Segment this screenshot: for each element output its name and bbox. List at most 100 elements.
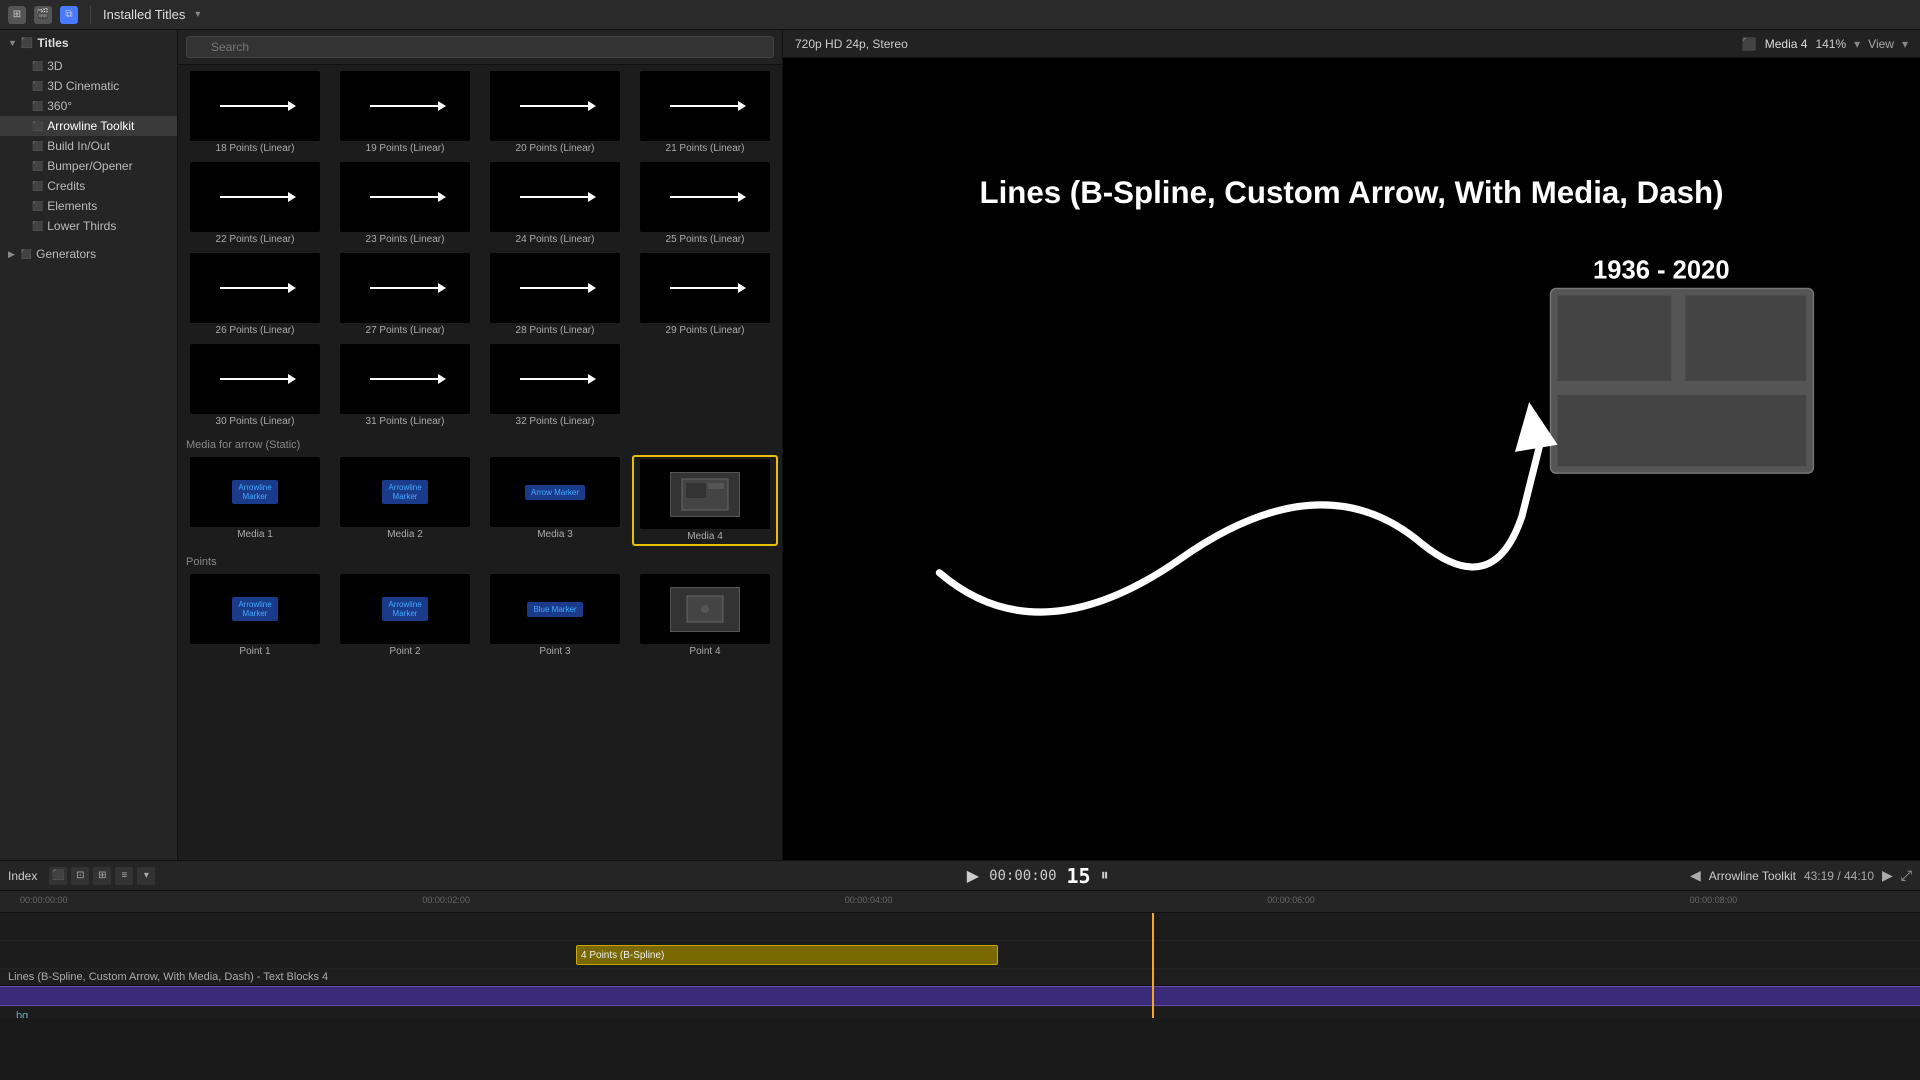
tool-layers-icon[interactable]: ≡ <box>115 867 133 885</box>
thumb-label-21pts: 21 Points (Linear) <box>634 143 776 154</box>
thumb-item-point3[interactable]: Blue Marker Point 3 <box>482 572 628 659</box>
yellow-clip-label: 4 Points (B-Spline) <box>581 950 664 961</box>
dropdown-view-icon[interactable]: ▾ <box>1902 37 1908 51</box>
thumb-box-media1: ArrowlineMarker <box>190 457 320 527</box>
ruler-time-4: 00:00:04:00 <box>845 895 893 905</box>
preview-media-title: Media 4 <box>1765 37 1808 51</box>
thumb-item-19pts[interactable]: 19 Points (Linear) <box>332 69 478 156</box>
thumb-label-media3: Media 3 <box>484 529 626 540</box>
sidebar-item-3d[interactable]: ⬛ 3D <box>0 56 177 76</box>
thumb-label-23pts: 23 Points (Linear) <box>334 234 476 245</box>
thumb-label-media2: Media 2 <box>334 529 476 540</box>
sidebar-item-credits[interactable]: ⬛ Credits <box>0 176 177 196</box>
tool-monitor-icon[interactable]: ⬛ <box>49 867 67 885</box>
sidebar-item-arrowline-label: Arrowline Toolkit <box>47 119 169 133</box>
media-grid: ArrowlineMarker Media 1 ArrowlineMarker … <box>182 455 778 546</box>
thumb-item-21pts[interactable]: 21 Points (Linear) <box>632 69 778 156</box>
preview-resolution: 720p HD 24p, Stereo <box>795 37 908 51</box>
thumb-box-media3: Arrow Marker <box>490 457 620 527</box>
thumb-item-29pts[interactable]: 29 Points (Linear) <box>632 251 778 338</box>
thumb-box-22pts <box>190 162 320 232</box>
thumb-item-18pts[interactable]: 18 Points (Linear) <box>182 69 328 156</box>
pause-button[interactable]: ⏸ <box>1101 867 1109 885</box>
sidebar-item-credits-label: Credits <box>47 179 169 193</box>
linear-arrows-grid-4: 30 Points (Linear) 31 Points (Linear) 32… <box>182 342 778 429</box>
dropdown-arrow-icon[interactable]: ▾ <box>195 9 200 20</box>
index-label[interactable]: Index <box>8 869 37 883</box>
fullscreen-icon[interactable]: ⤢ <box>1901 867 1912 884</box>
thumb-item-25pts[interactable]: 25 Points (Linear) <box>632 160 778 247</box>
preview-area: Lines (B-Spline, Custom Arrow, With Medi… <box>783 58 1920 860</box>
thumb-item-24pts[interactable]: 24 Points (Linear) <box>482 160 628 247</box>
points-grid: ArrowlineMarker Point 1 ArrowlineMarker … <box>182 572 778 659</box>
preview-zoom[interactable]: 141% <box>1815 37 1846 51</box>
thumb-label-32pts: 32 Points (Linear) <box>484 416 626 427</box>
thumb-item-30pts[interactable]: 30 Points (Linear) <box>182 342 328 429</box>
thumb-item-media4[interactable]: Media 4 <box>632 455 778 546</box>
titles-scroll[interactable]: 18 Points (Linear) 19 Points (Linear) 20… <box>178 65 782 860</box>
linear-arrows-grid-3: 26 Points (Linear) 27 Points (Linear) 28… <box>182 251 778 338</box>
tool-crop-icon[interactable]: ⊡ <box>71 867 89 885</box>
search-input[interactable] <box>186 36 774 58</box>
thumb-item-media1[interactable]: ArrowlineMarker Media 1 <box>182 455 328 546</box>
thumb-item-media2[interactable]: ArrowlineMarker Media 2 <box>332 455 478 546</box>
preview-header: 720p HD 24p, Stereo ⬛ Media 4 141% ▾ Vie… <box>783 30 1920 58</box>
thumb-label-media4: Media 4 <box>636 531 774 542</box>
tool-transform-icon[interactable]: ⊞ <box>93 867 111 885</box>
sidebar-item-bumper-opener[interactable]: ⬛ Bumper/Opener <box>0 156 177 176</box>
sidebar-item-360[interactable]: ⬛ 360° <box>0 96 177 116</box>
installed-titles-label[interactable]: Installed Titles <box>103 7 185 22</box>
sidebar-item-build-in-out[interactable]: ⬛ Build In/Out <box>0 136 177 156</box>
nav-prev-button[interactable]: ◀ <box>1690 867 1701 884</box>
ruler-time-6: 00:00:06:00 <box>1267 895 1315 905</box>
thumb-item-point1[interactable]: ArrowlineMarker Point 1 <box>182 572 328 659</box>
thumb-item-32pts[interactable]: 32 Points (Linear) <box>482 342 628 429</box>
thumb-box-24pts <box>490 162 620 232</box>
sidebar-item-generators[interactable]: ▶ ⬛ Generators <box>0 244 177 264</box>
thumb-item-22pts[interactable]: 22 Points (Linear) <box>182 160 328 247</box>
thumb-item-27pts[interactable]: 27 Points (Linear) <box>332 251 478 338</box>
yellow-clip[interactable]: 4 Points (B-Spline) <box>576 945 998 965</box>
thumb-box-21pts <box>640 71 770 141</box>
sidebar-item-elements[interactable]: ⬛ Elements <box>0 196 177 216</box>
media1-inner: ArrowlineMarker <box>232 480 277 504</box>
preview-svg: Lines (B-Spline, Custom Arrow, With Medi… <box>783 58 1920 860</box>
app-icon-film[interactable]: 🎬 <box>34 6 52 24</box>
dropdown-zoom-icon[interactable]: ▾ <box>1854 37 1860 51</box>
thumb-label-27pts: 27 Points (Linear) <box>334 325 476 336</box>
middle-panel: 🔍 18 Points (Linear) <box>178 30 783 860</box>
thumb-item-media3[interactable]: Arrow Marker Media 3 <box>482 455 628 546</box>
thumb-item-20pts[interactable]: 20 Points (Linear) <box>482 69 628 156</box>
thumb-label-18pts: 18 Points (Linear) <box>184 143 326 154</box>
search-bar: 🔍 <box>178 30 782 65</box>
thumb-item-26pts[interactable]: 26 Points (Linear) <box>182 251 328 338</box>
playback-area: ▶ 00:00:00 15 ⏸ <box>967 864 1109 888</box>
preview-monitor-icon[interactable]: ⬛ <box>1742 37 1757 51</box>
sidebar-item-bumper-opener-label: Bumper/Opener <box>47 159 169 173</box>
thumb-item-23pts[interactable]: 23 Points (Linear) <box>332 160 478 247</box>
media4-inner <box>670 472 740 517</box>
app-icon-layers[interactable]: ⧉ <box>60 6 78 24</box>
thumb-item-point2[interactable]: ArrowlineMarker Point 2 <box>332 572 478 659</box>
play-button[interactable]: ▶ <box>967 866 979 886</box>
sidebar-item-lower-thirds[interactable]: ⬛ Lower Thirds <box>0 216 177 236</box>
titles-label: Titles <box>37 36 68 50</box>
playhead[interactable] <box>1152 913 1154 1018</box>
nav-next-button[interactable]: ▶ <box>1882 867 1893 884</box>
thumb-item-28pts[interactable]: 28 Points (Linear) <box>482 251 628 338</box>
thumb-box-27pts <box>340 253 470 323</box>
view-label[interactable]: View <box>1868 37 1894 51</box>
thumb-label-point2: Point 2 <box>334 646 476 657</box>
thumb-item-31pts[interactable]: 31 Points (Linear) <box>332 342 478 429</box>
thumb-item-point4[interactable]: Point 4 <box>632 572 778 659</box>
app-icon-grid[interactable]: ⊞ <box>8 6 26 24</box>
ruler-time-0: 00:00:00:00 <box>20 895 68 905</box>
thumb-box-18pts <box>190 71 320 141</box>
sidebar-item-arrowline[interactable]: ⬛ Arrowline Toolkit <box>0 116 177 136</box>
thumb-box-32pts <box>490 344 620 414</box>
tool-icons: ⬛ ⊡ ⊞ ≡ ▾ <box>49 867 155 885</box>
sidebar-item-3d-cinematic[interactable]: ⬛ 3D Cinematic <box>0 76 177 96</box>
tool-chevron-icon[interactable]: ▾ <box>137 867 155 885</box>
thumb-label-media1: Media 1 <box>184 529 326 540</box>
point3-inner: Blue Marker <box>527 602 582 617</box>
